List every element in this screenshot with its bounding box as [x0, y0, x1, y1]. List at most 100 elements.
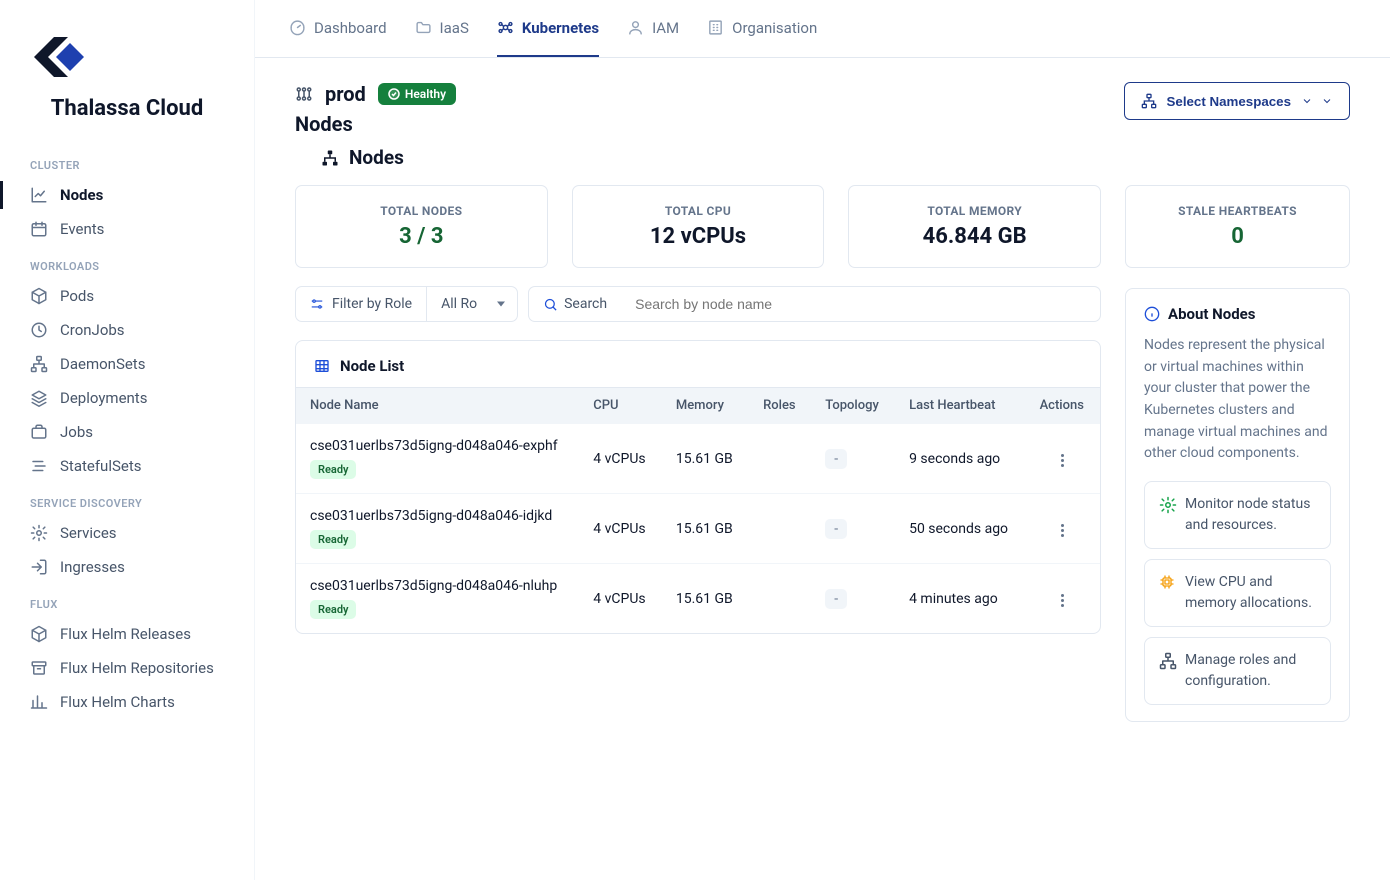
topnav-item-dashboard[interactable]: Dashboard [289, 0, 387, 57]
cell-cpu: 4 vCPUs [579, 494, 662, 564]
cluster-header: prod Healthy Nodes Select Namespaces [295, 82, 1350, 136]
stat-card-total-memory: TOTAL MEMORY46.844 GB [848, 185, 1101, 268]
sidebar-item-flux-helm-releases[interactable]: Flux Helm Releases [0, 617, 254, 651]
sidebar-item-statefulsets[interactable]: StatefulSets [0, 449, 254, 483]
sitemap-icon [30, 355, 48, 373]
bar-chart-icon [30, 693, 48, 711]
topnav-item-label: Organisation [732, 19, 817, 37]
sidebar-item-label: Nodes [60, 186, 103, 204]
filter-by-role[interactable]: Filter by Role All Ro [295, 286, 518, 322]
filter-row: Filter by Role All Ro Search [295, 286, 1101, 322]
stat-card-total-nodes: TOTAL NODES 3 / 3 [295, 185, 548, 268]
node-name: cse031uerlbs73d5igng-d048a046-nluhp [310, 578, 565, 594]
sidebar: Thalassa Cloud CLUSTERNodesEventsWORKLOA… [0, 0, 255, 880]
cluster-icon [295, 85, 313, 103]
sidebar-section-label: FLUX [0, 584, 254, 617]
stat-label: TOTAL NODES [314, 204, 529, 218]
sidebar-item-services[interactable]: Services [0, 516, 254, 550]
sidebar-item-jobs[interactable]: Jobs [0, 415, 254, 449]
brand-name: Thalassa Cloud [20, 96, 234, 121]
row-actions-button[interactable] [1055, 448, 1070, 473]
topnav-item-organisation[interactable]: Organisation [707, 0, 817, 57]
sidebar-item-flux-helm-repositories[interactable]: Flux Helm Repositories [0, 651, 254, 685]
sidebar-item-label: Flux Helm Repositories [60, 659, 214, 677]
status-badge: Ready [310, 600, 356, 619]
table-row[interactable]: cse031uerlbs73d5igng-d048a046-nluhp Ready… [296, 564, 1100, 634]
info-icon [1144, 306, 1160, 322]
search-icon [543, 297, 558, 312]
layers-icon [30, 389, 48, 407]
sidebar-item-flux-helm-charts[interactable]: Flux Helm Charts [0, 685, 254, 719]
about-nodes-card: About Nodes Nodes represent the physical… [1125, 288, 1350, 722]
row-actions-button[interactable] [1055, 518, 1070, 543]
cell-topology: - [811, 564, 895, 634]
node-name: cse031uerlbs73d5igng-d048a046-idjkd [310, 508, 565, 524]
topnav-item-kubernetes[interactable]: Kubernetes [497, 0, 599, 57]
cell-memory: 15.61 GB [662, 564, 749, 634]
status-badge: Ready [310, 460, 356, 479]
sidebar-item-daemonsets[interactable]: DaemonSets [0, 347, 254, 381]
sidebar-item-ingresses[interactable]: Ingresses [0, 550, 254, 584]
tip-card: Manage roles and configuration. [1144, 637, 1331, 705]
brand-block: Thalassa Cloud [0, 20, 254, 145]
sidebar-item-nodes[interactable]: Nodes [0, 178, 254, 212]
cube-icon [30, 625, 48, 643]
calendar-icon [30, 220, 48, 238]
brand-logo-icon [20, 30, 96, 84]
th-node-name: Node Name [296, 388, 579, 424]
sidebar-item-pods[interactable]: Pods [0, 279, 254, 313]
chevron-down-icon [1321, 95, 1333, 107]
cluster-name: prod [325, 82, 366, 106]
page-title: Nodes [295, 112, 456, 136]
tip-text: Monitor node status and resources. [1185, 494, 1316, 536]
cube-icon [30, 287, 48, 305]
sitemap-icon [1159, 652, 1175, 668]
table-icon [314, 358, 330, 374]
cell-heartbeat: 4 minutes ago [895, 564, 1025, 634]
layout-grid: TOTAL NODES3 / 3TOTAL CPU12 vCPUsTOTAL M… [295, 185, 1350, 722]
th-actions: Actions [1026, 388, 1100, 424]
sidebar-section-label: WORKLOADS [0, 246, 254, 279]
table-row[interactable]: cse031uerlbs73d5igng-d048a046-idjkdReady… [296, 494, 1100, 564]
archive-icon [30, 659, 48, 677]
cluster-health-badge: Healthy [378, 83, 456, 105]
cell-memory: 15.61 GB [662, 424, 749, 494]
node-name: cse031uerlbs73d5igng-d048a046-exphf [310, 438, 565, 454]
sidebar-section-label: SERVICE DISCOVERY [0, 483, 254, 516]
stat-value: 3 / 3 [314, 224, 529, 249]
sidebar-item-label: Services [60, 524, 117, 542]
tip-card: Monitor node status and resources. [1144, 481, 1331, 549]
k8s-icon [497, 19, 514, 36]
select-namespaces-button[interactable]: Select Namespaces [1124, 82, 1350, 120]
sidebar-item-cronjobs[interactable]: CronJobs [0, 313, 254, 347]
sidebar-item-label: Deployments [60, 389, 147, 407]
tip-text: View CPU and memory allocations. [1185, 572, 1316, 614]
cell-memory: 15.61 GB [662, 494, 749, 564]
search-input[interactable] [621, 286, 1101, 322]
table-row[interactable]: cse031uerlbs73d5igng-d048a046-exphf Ready… [296, 424, 1100, 494]
sidebar-item-label: Flux Helm Charts [60, 693, 175, 711]
topnav-item-label: IaaS [440, 19, 469, 37]
sidebar-item-deployments[interactable]: Deployments [0, 381, 254, 415]
section-title: Nodes [349, 146, 404, 169]
topnav-item-iam[interactable]: IAM [627, 0, 679, 57]
enter-icon [30, 558, 48, 576]
stat-value: 12 vCPUs [591, 224, 806, 249]
dashboard-icon [289, 19, 306, 36]
row-actions-button[interactable] [1055, 588, 1070, 613]
gear-icon [30, 524, 48, 542]
stat-label: TOTAL MEMORY [867, 204, 1082, 218]
sidebar-item-events[interactable]: Events [0, 212, 254, 246]
sidebar-item-label: Ingresses [60, 558, 125, 576]
check-circle-icon [388, 88, 400, 100]
briefcase-icon [30, 423, 48, 441]
sitemap-icon [321, 149, 339, 167]
topnav-item-label: Kubernetes [522, 19, 599, 37]
bars-staggered-icon [30, 457, 48, 475]
topnav-item-iaas[interactable]: IaaS [415, 0, 469, 57]
role-select[interactable]: All Ro [427, 287, 517, 321]
main-panel: Dashboard IaaS Kubernetes IAM Organisation p… [255, 0, 1390, 880]
topnav-item-label: IAM [652, 19, 679, 37]
sidebar-item-label: Flux Helm Releases [60, 625, 191, 643]
sidebar-item-label: Pods [60, 287, 94, 305]
